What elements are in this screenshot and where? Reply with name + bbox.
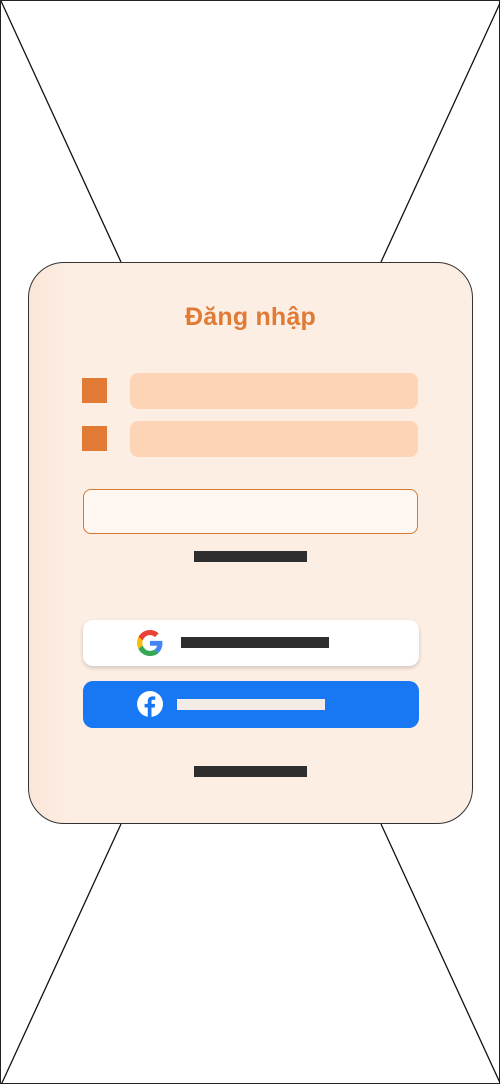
facebook-icon [137, 691, 163, 717]
google-login-button[interactable] [83, 620, 419, 666]
wireframe-screen: Đăng nhập [0, 0, 500, 1084]
login-card: Đăng nhập [28, 262, 473, 824]
password-input[interactable] [130, 421, 418, 457]
username-field-icon [82, 378, 107, 403]
google-button-label [181, 637, 329, 648]
forgot-password-link[interactable] [194, 551, 307, 562]
facebook-login-button[interactable] [83, 681, 419, 728]
google-icon [137, 630, 163, 656]
register-link[interactable] [194, 766, 307, 777]
facebook-button-label [177, 699, 325, 710]
login-button[interactable] [83, 489, 418, 534]
login-title: Đăng nhập [185, 303, 316, 331]
password-field-icon [82, 426, 107, 451]
username-input[interactable] [130, 373, 418, 409]
